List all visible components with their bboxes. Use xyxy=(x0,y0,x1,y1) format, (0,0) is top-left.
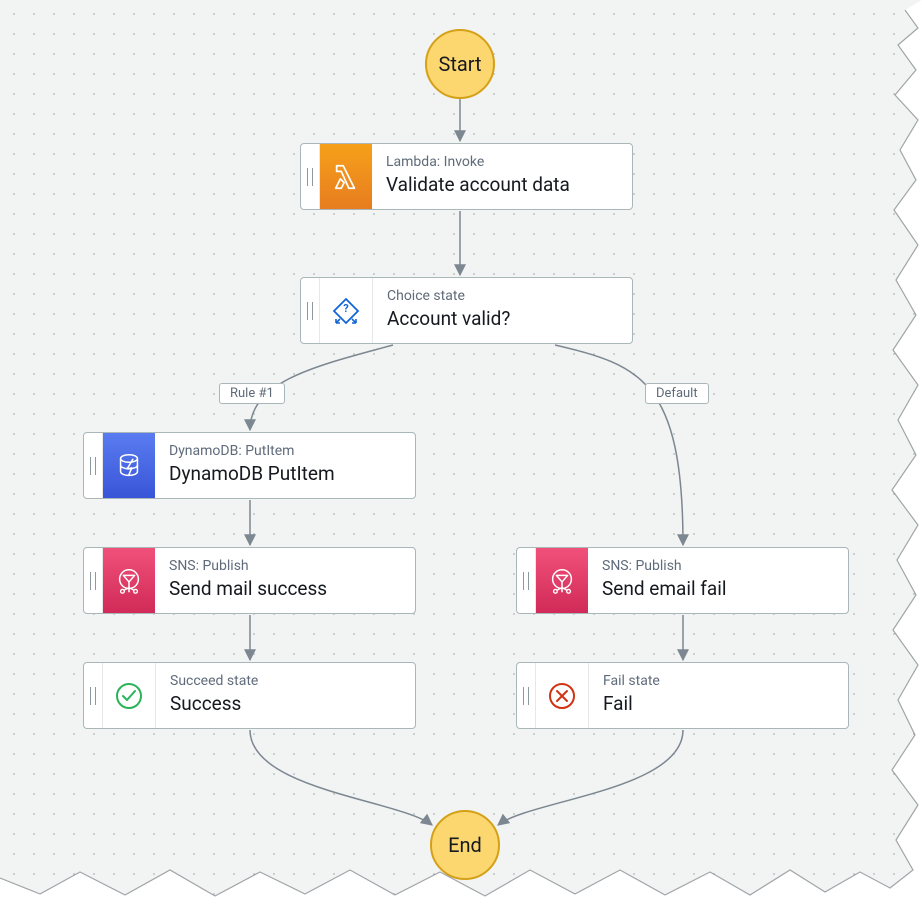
start-label: Start xyxy=(438,52,481,76)
state-title: Fail xyxy=(603,692,834,716)
end-terminal[interactable]: End xyxy=(430,810,500,880)
end-label: End xyxy=(448,833,482,857)
edge-label-default: Default xyxy=(645,383,709,404)
drag-handle-icon xyxy=(517,548,536,613)
lambda-icon xyxy=(320,144,372,209)
state-title: Send email fail xyxy=(602,577,834,601)
state-title: Account valid? xyxy=(387,307,618,331)
svg-text:?: ? xyxy=(343,302,349,315)
edge-label-rule1: Rule #1 xyxy=(219,383,285,404)
dynamodb-icon xyxy=(103,433,155,498)
drag-handle-icon xyxy=(301,144,320,209)
state-subtitle: SNS: Publish xyxy=(169,558,401,575)
choice-icon: ? xyxy=(320,278,373,343)
state-subtitle: Succeed state xyxy=(170,673,401,690)
workflow-canvas: Start Lambda: Invoke Validate account da… xyxy=(0,0,922,908)
state-title: Send mail success xyxy=(169,577,401,601)
state-lambda-validate[interactable]: Lambda: Invoke Validate account data xyxy=(300,143,633,210)
state-subtitle: Fail state xyxy=(603,673,834,690)
state-subtitle: Lambda: Invoke xyxy=(386,154,618,171)
sns-icon xyxy=(103,548,155,613)
sns-icon xyxy=(536,548,588,613)
drag-handle-icon xyxy=(517,663,536,728)
state-sns-send-mail-success[interactable]: SNS: Publish Send mail success xyxy=(83,547,416,614)
state-subtitle: DynamoDB: PutItem xyxy=(169,443,401,460)
state-choice-account-valid[interactable]: ? Choice state Account valid? xyxy=(300,277,633,344)
state-subtitle: Choice state xyxy=(387,288,618,305)
drag-handle-icon xyxy=(301,278,320,343)
state-title: Success xyxy=(170,692,401,716)
drag-handle-icon xyxy=(84,548,103,613)
succeed-icon xyxy=(103,663,156,728)
state-succeed[interactable]: Succeed state Success xyxy=(83,662,416,729)
state-title: Validate account data xyxy=(386,173,618,197)
state-subtitle: SNS: Publish xyxy=(602,558,834,575)
drag-handle-icon xyxy=(84,663,103,728)
fail-icon xyxy=(536,663,589,728)
state-dynamodb-putitem[interactable]: DynamoDB: PutItem DynamoDB PutItem xyxy=(83,432,416,499)
state-title: DynamoDB PutItem xyxy=(169,462,401,486)
drag-handle-icon xyxy=(84,433,103,498)
start-terminal[interactable]: Start xyxy=(425,29,495,99)
state-fail[interactable]: Fail state Fail xyxy=(516,662,849,729)
state-sns-send-email-fail[interactable]: SNS: Publish Send email fail xyxy=(516,547,849,614)
